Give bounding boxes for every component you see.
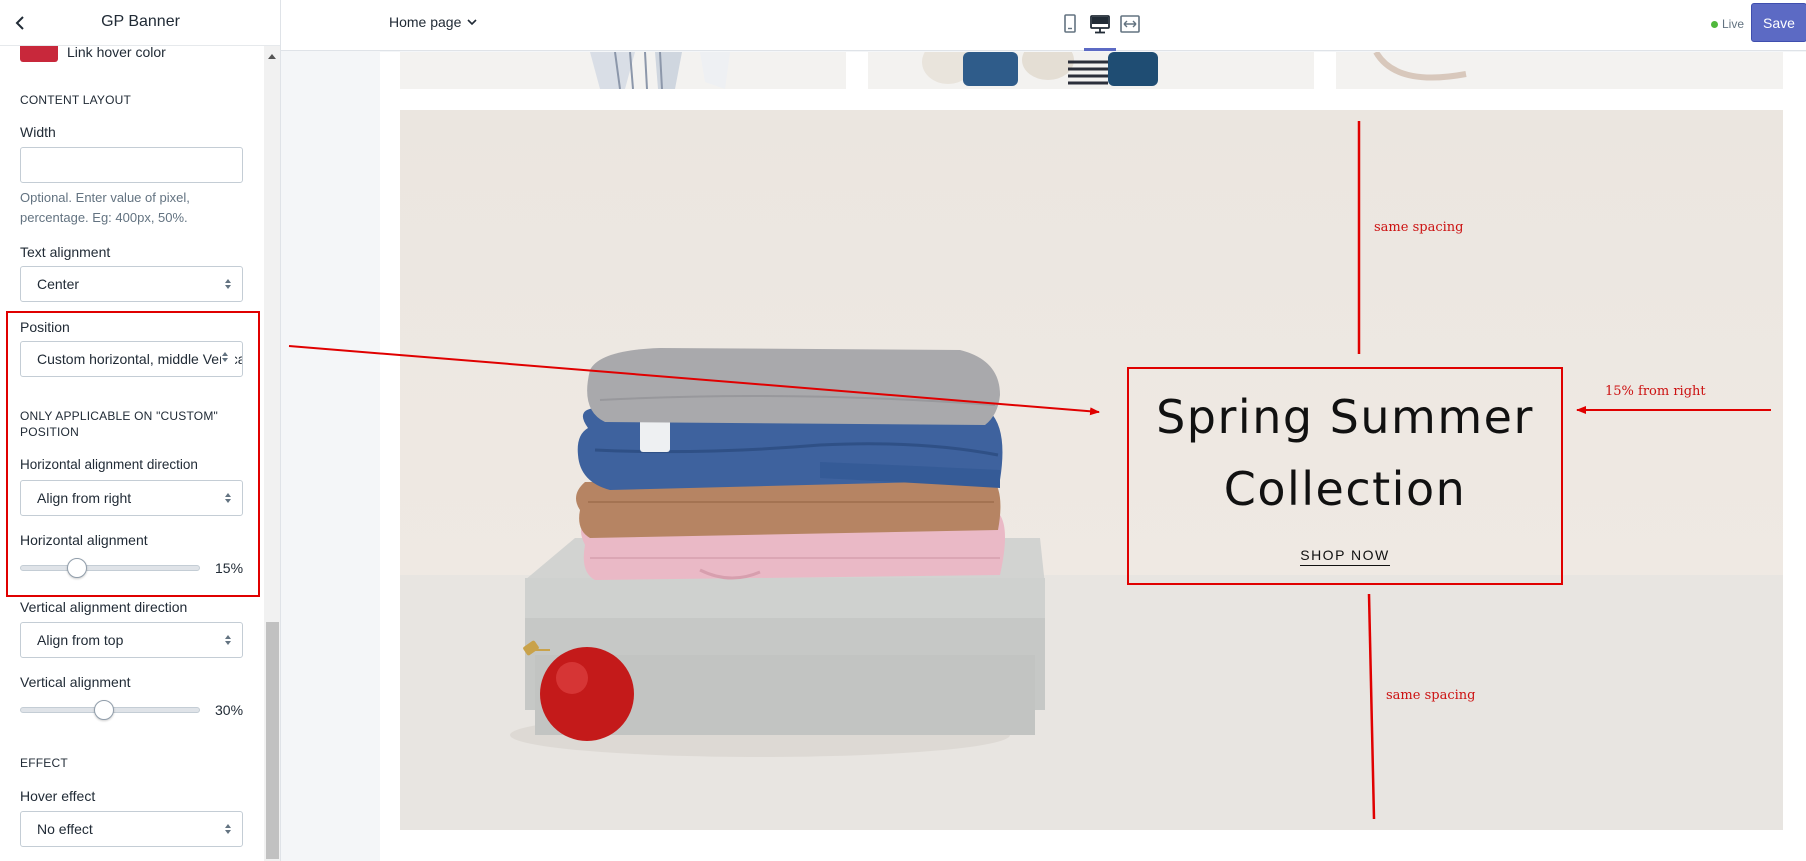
active-device-indicator: [1084, 48, 1116, 51]
v-direction-label: Vertical alignment direction: [20, 599, 188, 615]
right-offset-annotation: 15% from right: [1605, 384, 1706, 399]
shirt-image: [590, 52, 730, 89]
full-width-icon: [1120, 15, 1140, 33]
product-thumbnail[interactable]: [868, 52, 1314, 89]
desktop-view-button[interactable]: [1089, 13, 1111, 35]
product-image: [1373, 52, 1467, 81]
scrollbar-thumb[interactable]: [266, 622, 279, 859]
back-button[interactable]: [8, 11, 32, 35]
select-arrows-icon: [224, 824, 232, 835]
width-input[interactable]: [20, 147, 243, 183]
v-direction-select[interactable]: Align from top: [20, 622, 243, 658]
hero-banner[interactable]: Spring Summer Collection SHOP NOW: [400, 110, 1783, 830]
width-label: Width: [20, 124, 56, 140]
folded-sweaters-image: [400, 110, 1783, 830]
preview-page: Spring Summer Collection SHOP NOW: [380, 52, 1806, 861]
content-layout-heading: CONTENT LAYOUT: [20, 93, 132, 107]
v-direction-value: Align from top: [37, 632, 124, 648]
v-alignment-label: Vertical alignment: [20, 674, 131, 690]
slider-thumb[interactable]: [94, 700, 114, 720]
mobile-view-button[interactable]: [1059, 13, 1081, 35]
text-alignment-select[interactable]: Center: [20, 266, 243, 302]
banner-title-line-1: Spring Summer: [1156, 390, 1534, 444]
live-status-dot: [1711, 20, 1718, 28]
banner-title-line-2: Collection: [1223, 462, 1467, 516]
save-button[interactable]: Save: [1751, 3, 1806, 42]
live-status: Live: [1711, 17, 1744, 31]
banner-title: Spring Summer Collection: [1129, 381, 1561, 525]
page-selector-label: Home page: [389, 14, 462, 30]
link-hover-color-label: Link hover color: [67, 44, 166, 60]
hover-effect-label: Hover effect: [20, 788, 96, 804]
select-arrows-icon: [224, 279, 232, 290]
text-alignment-value: Center: [37, 276, 80, 292]
shop-now-link[interactable]: SHOP NOW: [1129, 547, 1561, 566]
live-status-label: Live: [1722, 17, 1745, 31]
bottom-spacing-annotation: same spacing: [1386, 688, 1476, 703]
banner-content-box: Spring Summer Collection SHOP NOW: [1127, 367, 1563, 585]
sidebar-scrollbar[interactable]: [264, 46, 280, 861]
v-alignment-slider[interactable]: [20, 700, 200, 720]
chevron-down-icon: [467, 18, 477, 25]
width-help-text: Optional. Enter value of pixel, percenta…: [20, 190, 190, 225]
select-arrows-icon: [224, 635, 232, 646]
shop-now-label: SHOP NOW: [1300, 547, 1390, 566]
page-selector[interactable]: Home page: [389, 14, 477, 30]
hover-effect-select[interactable]: No effect: [20, 811, 243, 847]
settings-sidebar: GP Banner Link hover color CONTENT LAYOU…: [0, 0, 281, 861]
sidebar-title: GP Banner: [101, 13, 180, 30]
mobile-icon: [1064, 14, 1076, 33]
full-width-view-button[interactable]: [1119, 13, 1141, 35]
chevron-left-icon: [15, 16, 24, 30]
editor-topbar: Home page Live Save: [281, 0, 1806, 51]
product-thumbnail[interactable]: [400, 52, 846, 89]
kids-clothes-image: [922, 52, 1158, 86]
sidebar-header: GP Banner: [0, 0, 280, 46]
product-thumbnail[interactable]: [1336, 52, 1783, 89]
scroll-up-arrow-icon[interactable]: [268, 54, 276, 59]
top-spacing-annotation: same spacing: [1374, 220, 1464, 235]
position-settings-highlight: [6, 311, 260, 597]
link-hover-color-swatch[interactable]: [20, 46, 58, 62]
preview-canvas: Spring Summer Collection SHOP NOW: [281, 52, 1806, 861]
text-alignment-label: Text alignment: [20, 244, 111, 260]
desktop-icon: [1090, 15, 1110, 34]
effect-heading: EFFECT: [20, 756, 68, 770]
sidebar-content: Link hover color CONTENT LAYOUT Width Op…: [0, 44, 263, 861]
hover-effect-value: No effect: [37, 821, 93, 837]
v-alignment-value: 30%: [215, 702, 244, 718]
